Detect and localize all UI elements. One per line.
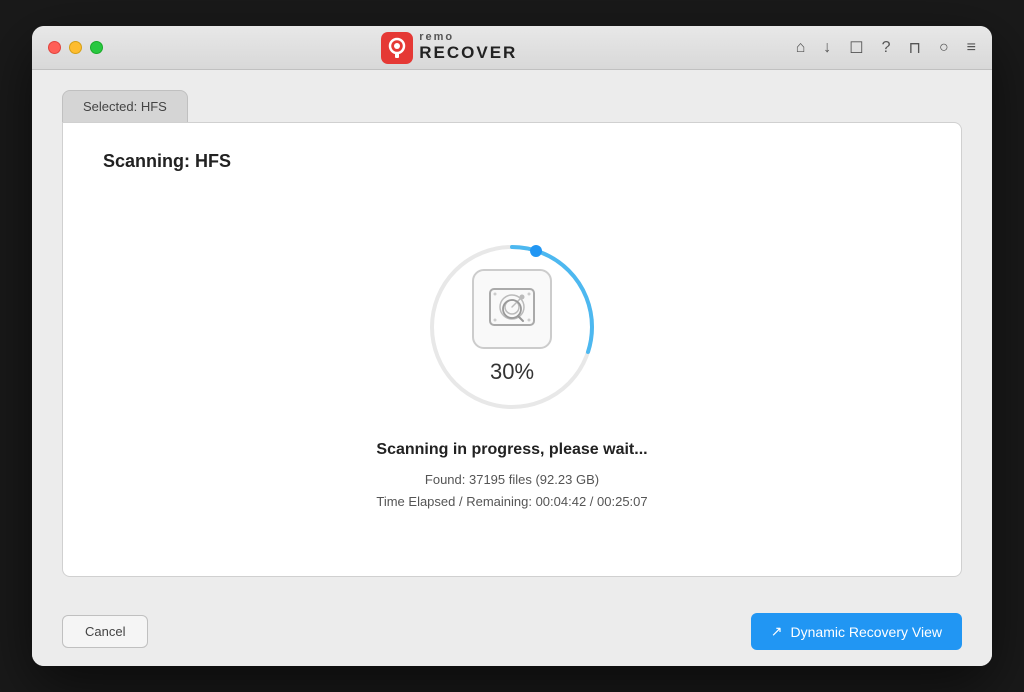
found-label: Found: 37195 files (92.23 GB)	[376, 469, 647, 491]
minimize-button[interactable]	[69, 41, 82, 54]
progress-percent: 30%	[490, 359, 534, 385]
stats-text: Found: 37195 files (92.23 GB) Time Elaps…	[376, 469, 647, 513]
disk-icon-container	[472, 269, 552, 349]
cart-icon[interactable]: ⊓	[909, 38, 921, 58]
panel-title: Scanning: HFS	[103, 151, 231, 172]
cancel-button[interactable]: Cancel	[62, 615, 148, 648]
close-button[interactable]	[48, 41, 61, 54]
expand-icon: ↗	[771, 623, 783, 640]
app-logo-icon	[381, 32, 413, 64]
app-logo-area: remo RECOVER	[381, 32, 517, 64]
selected-tab[interactable]: Selected: HFS	[62, 90, 188, 122]
maximize-button[interactable]	[90, 41, 103, 54]
progress-circle-container: 30%	[422, 237, 602, 417]
help-icon[interactable]: ?	[882, 39, 891, 57]
progress-area: 30% Scanning in progress, please wait...…	[103, 202, 921, 548]
save-icon[interactable]: ↓	[823, 39, 831, 57]
user-icon[interactable]: ○	[939, 39, 949, 57]
app-title: remo RECOVER	[419, 32, 517, 63]
dynamic-recovery-button[interactable]: ↗ Dynamic Recovery View	[751, 613, 962, 650]
dynamic-recovery-label: Dynamic Recovery View	[791, 624, 942, 640]
main-content: Selected: HFS Scanning: HFS	[32, 70, 992, 597]
main-window: remo RECOVER ⌂ ↓ ☐ ? ⊓ ○ ≡ Selected: HFS…	[32, 26, 992, 666]
content-panel: Scanning: HFS	[62, 122, 962, 577]
progress-dot	[530, 245, 542, 257]
bottom-bar: Cancel ↗ Dynamic Recovery View	[32, 597, 992, 666]
titlebar: remo RECOVER ⌂ ↓ ☐ ? ⊓ ○ ≡	[32, 26, 992, 70]
menu-icon[interactable]: ≡	[967, 39, 976, 57]
traffic-lights	[48, 41, 103, 54]
tab-bar: Selected: HFS	[62, 90, 962, 122]
titlebar-actions: ⌂ ↓ ☐ ? ⊓ ○ ≡	[796, 38, 976, 58]
status-text: Scanning in progress, please wait...	[376, 441, 647, 459]
home-icon[interactable]: ⌂	[796, 39, 806, 57]
time-label: Time Elapsed / Remaining: 00:04:42 / 00:…	[376, 491, 647, 513]
disk-icon	[486, 283, 538, 335]
file-icon[interactable]: ☐	[849, 38, 863, 58]
circle-inner: 30%	[472, 269, 552, 385]
